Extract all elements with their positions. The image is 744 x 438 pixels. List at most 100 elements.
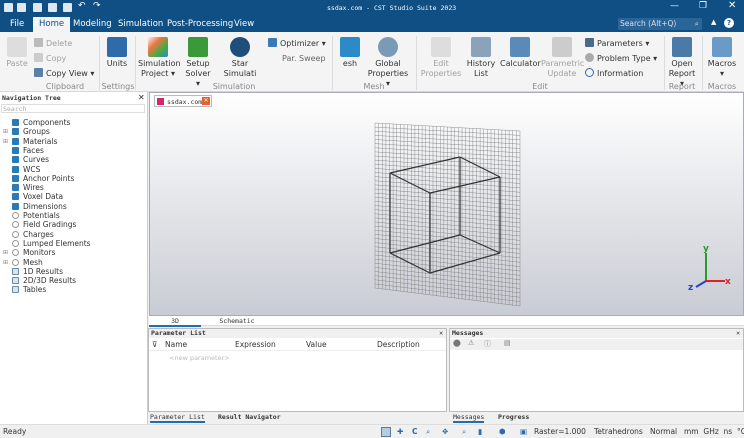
par-sweep-button[interactable]: Par. Sweep (282, 54, 326, 64)
search-input[interactable]: Search (Alt+Q) ⌕ (618, 18, 702, 30)
parameter-list-panel: Parameter List ✕ ⊽ Name Expression Value … (148, 328, 447, 412)
tab-result-navigator[interactable]: Result Navigator (218, 413, 281, 421)
start-simulation-button[interactable]: Star Simulati (222, 37, 258, 79)
status-bar: Ready ✚ C ⌕ ✥ ⌕ ▮ ⬢ ▣ Raster=1.000 Tetra… (0, 424, 744, 438)
calculator-button[interactable]: Calculator (500, 37, 541, 69)
tree-item[interactable]: Anchor Points (12, 174, 74, 183)
tab-home[interactable]: Home (33, 17, 71, 32)
tree-item[interactable]: Potentials (12, 211, 60, 220)
open-icon[interactable] (17, 3, 26, 12)
parameters-button[interactable]: Parameters ▾ (585, 38, 649, 49)
zoom-region-icon[interactable]: ⌕ (426, 425, 430, 438)
tab-3d[interactable]: 3D (149, 317, 201, 327)
problem-type-button[interactable]: Problem Type ▾ (585, 53, 657, 64)
warning-filter-icon[interactable]: ⚠ (468, 339, 474, 347)
error-filter-icon[interactable]: ⬤ (453, 339, 461, 347)
restore-button[interactable]: ❐ (699, 1, 707, 11)
copy-view-button[interactable]: Copy View ▾ (34, 68, 94, 79)
tab-file[interactable]: File (4, 17, 30, 32)
tree-item[interactable]: 1D Results (12, 267, 63, 276)
rotate-icon[interactable]: C (412, 425, 418, 438)
messages-close-button[interactable]: ✕ (736, 329, 740, 337)
units-button[interactable]: Units (104, 37, 130, 69)
tree-item[interactable]: Faces (12, 146, 44, 155)
tab-view[interactable]: View (228, 17, 260, 32)
tree-item[interactable]: Curves (12, 155, 49, 164)
expand-icon[interactable]: ⊞ (3, 258, 8, 267)
edit-properties-button[interactable]: Edit Properties (420, 37, 462, 79)
undo-icon[interactable]: ↶ (78, 1, 86, 11)
help-icon[interactable]: ? (724, 18, 734, 28)
delete-button[interactable]: Delete (34, 38, 72, 49)
information-button[interactable]: Information (585, 68, 643, 79)
tree-item[interactable]: Wires (12, 183, 44, 192)
tree-item[interactable]: ⊞ Mesh (3, 258, 43, 267)
tab-modeling[interactable]: Modeling (67, 17, 118, 32)
col-description[interactable]: Description (377, 340, 420, 349)
tree-item[interactable]: Lumped Elements (12, 239, 91, 248)
tab-parameter-list[interactable]: Parameter List (150, 413, 205, 423)
expand-icon[interactable]: ⊞ (3, 248, 8, 257)
print-icon[interactable] (63, 3, 72, 12)
paste-button[interactable]: Paste (4, 37, 30, 69)
new-icon[interactable] (4, 3, 13, 12)
open-report-icon (672, 37, 692, 57)
close-button[interactable]: ✕ (728, 0, 736, 11)
tree-item[interactable]: WCS (12, 165, 40, 174)
status-mode[interactable]: Normal (650, 425, 677, 438)
tree-item[interactable]: Dimensions (12, 202, 67, 211)
col-value[interactable]: Value (306, 340, 327, 349)
tree-item[interactable]: ⊞ Groups (3, 127, 50, 136)
col-expression[interactable]: Expression (235, 340, 276, 349)
fit-view-icon[interactable]: ▮ (478, 425, 482, 438)
units-icon (107, 37, 127, 57)
status-mesh-type[interactable]: Tetrahedrons (594, 425, 643, 438)
nav-close-button[interactable]: ✕ (138, 93, 145, 102)
col-name[interactable]: Name (165, 340, 187, 349)
nav-search-input[interactable]: Search (1, 104, 145, 113)
move-icon[interactable]: ✥ (442, 425, 448, 438)
expand-icon[interactable]: ⊞ (3, 137, 8, 146)
expand-icon[interactable]: ⊞ (3, 127, 8, 136)
tab-progress[interactable]: Progress (498, 413, 529, 421)
tree-item[interactable]: Voxel Data (12, 192, 63, 201)
redo-icon[interactable]: ↷ (93, 1, 101, 11)
tab-schematic[interactable]: Schematic (209, 317, 265, 325)
parametric-update-button[interactable]: Parametric Update (541, 37, 584, 79)
mesh-view-button[interactable]: esh (338, 37, 362, 69)
folder-icon (12, 165, 19, 173)
status-units[interactable]: mm GHz ns °C (684, 425, 744, 438)
collapse-ribbon-icon[interactable]: ▲ (711, 18, 716, 26)
macros-button[interactable]: Macros ▾ (705, 37, 739, 79)
tree-item[interactable]: Tables (12, 285, 46, 294)
select-tool-icon[interactable] (381, 427, 391, 437)
new-parameter-row[interactable]: <new parameter> (169, 354, 230, 362)
parameter-list-close-button[interactable]: ✕ (439, 329, 443, 337)
optimizer-button[interactable]: Optimizer ▾ (268, 38, 326, 49)
3d-viewport[interactable]: ssdax.com ✕ y x z (149, 92, 744, 316)
tree-item[interactable]: Charges (12, 230, 54, 239)
messages-header: Messages ✕ (450, 329, 743, 338)
clear-messages-icon[interactable]: ▤ (504, 339, 511, 347)
tree-item[interactable]: Field Gradings (12, 220, 76, 229)
tree-item[interactable]: ⊞ Materials (3, 137, 57, 146)
tree-item[interactable]: ⊞ Monitors (3, 248, 55, 257)
mesh-view-icon[interactable]: ▣ (520, 425, 527, 438)
tree-item-label: Charges (23, 229, 54, 239)
zoom-icon[interactable]: ⌕ (462, 425, 466, 438)
view-options-icon[interactable]: ⬢ (499, 425, 506, 438)
minimize-button[interactable]: — (670, 1, 679, 11)
save-icon[interactable] (33, 3, 42, 12)
tree-item[interactable]: Components (12, 118, 70, 127)
info-filter-icon[interactable]: ⓘ (484, 339, 491, 349)
history-list-button[interactable]: History List (465, 37, 497, 79)
parameter-table-header: ⊽ Name Expression Value Description (149, 340, 446, 351)
save-all-icon[interactable] (48, 3, 57, 12)
simulation-project-button[interactable]: Simulation Project ▾ (138, 37, 181, 79)
edit-properties-icon (431, 37, 451, 57)
pan-icon[interactable]: ✚ (397, 425, 403, 438)
copy-button[interactable]: Copy (34, 53, 66, 64)
tab-messages[interactable]: Messages (453, 413, 485, 423)
filter-icon[interactable]: ⊽ (152, 340, 158, 349)
tree-item[interactable]: 2D/3D Results (12, 276, 76, 285)
